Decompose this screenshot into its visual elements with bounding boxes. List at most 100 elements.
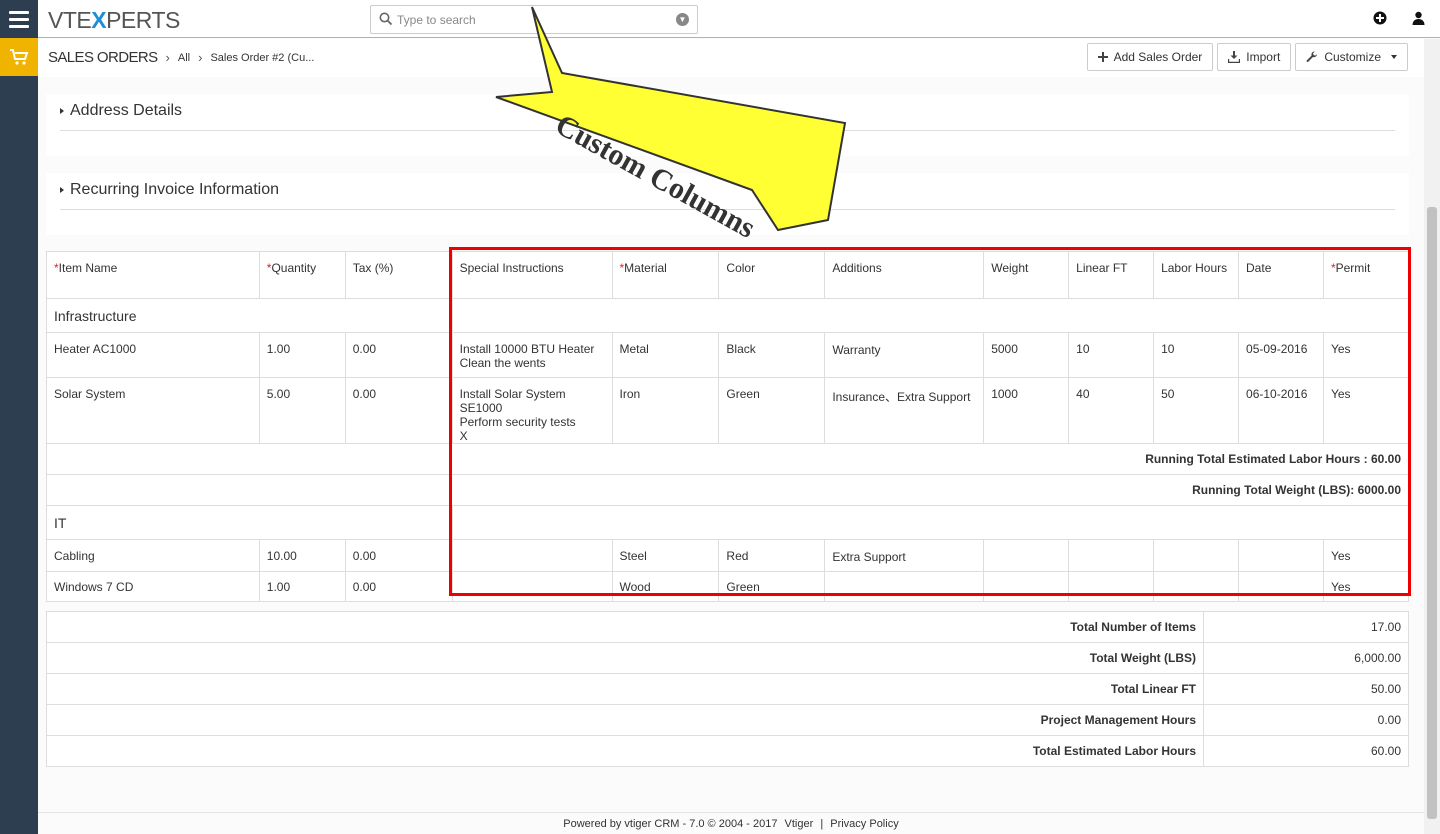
- item-name[interactable]: Cabling: [46, 539, 260, 572]
- item-date: [1238, 539, 1324, 572]
- shopping-cart-icon[interactable]: [0, 38, 38, 76]
- special-line: Clean the wents: [459, 356, 546, 370]
- scrollbar-thumb[interactable]: [1427, 207, 1437, 819]
- group-fill: [451, 298, 1410, 333]
- header-additions: Additions: [824, 251, 985, 299]
- item-additions: Extra Support: [824, 539, 985, 572]
- logo-prefix: VTE: [48, 7, 92, 33]
- divider: [60, 209, 1395, 210]
- header-color: Color: [718, 251, 826, 299]
- user-icon[interactable]: [1410, 10, 1426, 26]
- item-date: [1238, 571, 1324, 602]
- running-weight-row: Running Total Weight (LBS): 6000.00: [46, 474, 1409, 506]
- totals-row: Total Weight (LBS) 6,000.00: [46, 642, 1409, 674]
- line-items-table: *Item Name *Quantity Tax (%) Special Ins…: [46, 251, 1410, 602]
- group-name: IT: [46, 505, 453, 540]
- breadcrumb-filter[interactable]: All: [178, 52, 190, 64]
- totals-row: Project Management Hours 0.00: [46, 704, 1409, 736]
- item-special: [451, 571, 613, 602]
- import-button[interactable]: Import: [1217, 43, 1292, 71]
- global-search[interactable]: ▼: [370, 5, 698, 34]
- item-color: Green: [718, 377, 826, 444]
- import-label: Import: [1246, 50, 1281, 64]
- logo[interactable]: VTEXPERTS: [48, 7, 180, 34]
- item-name[interactable]: Heater AC1000: [46, 332, 260, 378]
- totals-row: Total Number of Items 17.00: [46, 611, 1409, 643]
- add-sales-order-button[interactable]: Add Sales Order: [1086, 43, 1214, 71]
- header-weight: Weight: [983, 251, 1070, 299]
- item-weight: [983, 571, 1070, 602]
- group-name: Infrastructure: [46, 298, 453, 333]
- item-qty: 5.00: [258, 377, 346, 444]
- plus-icon: [1097, 52, 1108, 62]
- customize-button[interactable]: Customize: [1295, 43, 1408, 71]
- breadcrumb: SALES ORDERS › All › Sales Order #2 (Cu.…: [48, 49, 314, 66]
- item-tax: 0.00: [344, 377, 453, 444]
- item-labor: [1153, 571, 1240, 602]
- item-labor: [1153, 539, 1240, 572]
- header-tax: Tax (%): [344, 251, 453, 299]
- breadcrumb-record[interactable]: Sales Order #2 (Cu...: [210, 52, 314, 64]
- item-weight: 1000: [983, 377, 1070, 444]
- address-details-title: Address Details: [70, 102, 183, 119]
- caret-down-icon: [1391, 55, 1397, 59]
- logo-suffix: PERTS: [106, 7, 180, 33]
- dropdown-icon[interactable]: ▼: [676, 13, 689, 26]
- plus-circle-icon[interactable]: [1372, 10, 1388, 26]
- item-name[interactable]: Solar System: [46, 377, 260, 444]
- item-tax: 0.00: [344, 332, 453, 378]
- group-row: Infrastructure: [46, 298, 1410, 333]
- item-special: Install 10000 BTU Heater Clean the wents: [451, 332, 613, 378]
- header-material: *Material: [611, 251, 720, 299]
- footer-privacy-link[interactable]: Privacy Policy: [830, 818, 898, 830]
- header-special-instructions: Special Instructions: [451, 251, 613, 299]
- totals-value: 60.00: [1203, 735, 1409, 767]
- left-rail: [0, 0, 38, 834]
- item-qty: 1.00: [258, 571, 346, 602]
- item-linear: [1068, 539, 1155, 572]
- import-icon: [1228, 51, 1241, 63]
- footer: Powered by vtiger CRM - 7.0 © 2004 - 201…: [38, 812, 1424, 834]
- search-input[interactable]: [397, 10, 667, 29]
- running-labor-row: Running Total Estimated Labor Hours : 60…: [46, 443, 1409, 475]
- group-row: IT: [46, 505, 1410, 540]
- running-weight-total: Running Total Weight (LBS): 6000.00: [46, 474, 1409, 506]
- special-line: Install Solar System SE1000: [459, 387, 566, 415]
- group-fill: [451, 505, 1410, 540]
- logo-x: X: [91, 7, 107, 33]
- item-material: Wood: [611, 571, 720, 602]
- table-row: Heater AC1000 1.00 0.00 Install 10000 BT…: [46, 332, 1410, 378]
- totals-label: Project Management Hours: [46, 704, 1204, 736]
- header-label: Material: [624, 261, 667, 275]
- totals-value: 0.00: [1203, 704, 1409, 736]
- address-details-block: Address Details: [46, 94, 1409, 156]
- item-material: Steel: [611, 539, 720, 572]
- address-details-toggle[interactable]: Address Details: [60, 102, 182, 120]
- breadcrumb-module[interactable]: SALES ORDERS: [48, 49, 158, 66]
- recurring-invoice-toggle[interactable]: Recurring Invoice Information: [60, 181, 279, 199]
- item-weight: [983, 539, 1070, 572]
- totals-row: Total Linear FT 50.00: [46, 673, 1409, 705]
- item-permit: Yes: [1322, 539, 1410, 572]
- header-linear-ft: Linear FT: [1068, 251, 1155, 299]
- customize-label: Customize: [1324, 50, 1381, 64]
- item-additions: Insurance、Extra Support: [824, 377, 985, 444]
- totals-label: Total Linear FT: [46, 673, 1204, 705]
- totals-table: Total Number of Items 17.00 Total Weight …: [46, 611, 1409, 767]
- footer-powered: Powered by vtiger CRM - 7.0 © 2004 - 201…: [563, 818, 778, 830]
- add-sales-order-label: Add Sales Order: [1113, 50, 1203, 64]
- search-icon: [379, 12, 393, 26]
- special-line: Install 10000 BTU Heater: [459, 342, 595, 356]
- menu-icon[interactable]: [0, 0, 38, 38]
- footer-divider: |: [820, 818, 824, 830]
- vertical-scrollbar[interactable]: [1424, 39, 1440, 834]
- item-material: Iron: [611, 377, 720, 444]
- special-line: X: [459, 429, 468, 443]
- header-label: Quantity: [271, 261, 317, 275]
- totals-value: 6,000.00: [1203, 642, 1409, 674]
- item-date: 05-09-2016: [1238, 332, 1324, 378]
- item-name[interactable]: Windows 7 CD: [46, 571, 260, 602]
- footer-vtiger-link[interactable]: Vtiger: [785, 818, 814, 830]
- chevron-right-icon: ›: [198, 50, 203, 65]
- table-row: Windows 7 CD 1.00 0.00 Wood Green Yes: [46, 571, 1410, 602]
